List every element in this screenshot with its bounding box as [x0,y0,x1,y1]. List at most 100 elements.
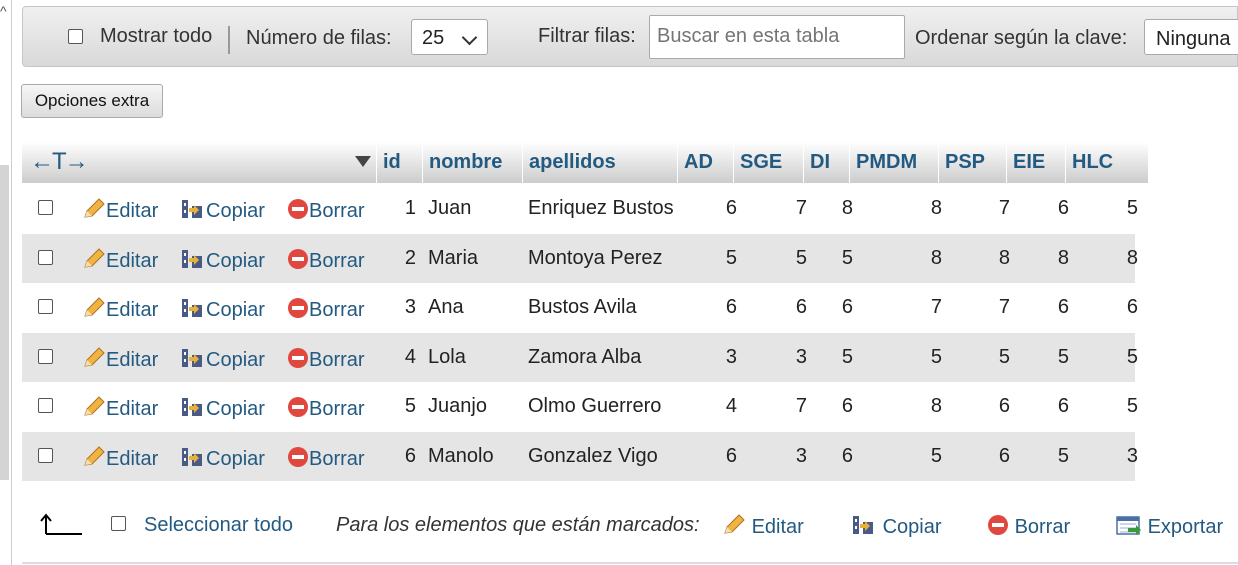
column-header-psp[interactable]: PSP [938,142,1006,183]
cell-psp: 7 [998,197,1010,219]
cell-apellidos: Bustos Avila [528,296,637,319]
cell-id: 4 [404,345,416,368]
row-checkbox[interactable] [38,348,53,364]
row-edit-link[interactable]: Editar [82,297,158,321]
bulk-export-button[interactable]: Exportar [1116,514,1223,539]
left-panel-edge: ^ [0,0,12,565]
column-header-di[interactable]: DI [803,142,849,183]
row-copy-link[interactable]: Copiar [180,297,265,321]
rows-select[interactable]: 25 [411,19,488,55]
row-edit-link[interactable]: Editar [82,247,158,272]
table-navigation-bar: Mostrar todo Número de filas: 25 Filtrar… [22,6,1238,67]
table-row: Editar Copiar Borrar 5 Juanjo Olmo Guerrero 4 7… [22,382,1138,432]
bulk-edit-button[interactable]: Editar [722,514,804,539]
column-header-nombre[interactable]: nombre [422,142,522,183]
row-checkbox[interactable] [38,398,53,414]
row-delete-link[interactable]: Borrar [287,248,365,272]
rows-select-value: 25 [422,27,445,49]
collapse-caret-icon[interactable]: ^ [0,4,7,18]
row-edit-link[interactable]: Editar [82,396,158,420]
copy-icon [182,299,202,318]
column-header-apellidos[interactable]: apellidos [522,142,677,183]
row-copy-link[interactable]: Copiar [180,396,265,420]
cell-sge: 3 [795,345,807,368]
row-copy-link[interactable]: Copiar [180,248,265,272]
cell-ad: 6 [725,197,737,219]
cell-nombre: Ana [428,296,464,319]
cell-psp: 5 [998,345,1010,368]
cell-hlc: 6 [1126,296,1138,319]
left-scrollbar[interactable] [0,165,9,480]
cell-sge: 6 [795,296,807,319]
bulk-actions-bar: Seleccionar todo Para los elementos que … [22,500,1238,550]
copy-icon [853,516,873,534]
cell-sge: 3 [795,445,807,467]
cell-apellidos: Montoya Perez [528,246,663,269]
cell-psp: 6 [998,395,1010,418]
cell-nombre: Juanjo [428,395,487,418]
cell-di: 8 [841,197,853,219]
bulk-delete-button[interactable]: Borrar [987,514,1070,539]
column-header-hlc[interactable]: HLC [1065,142,1135,183]
export-icon [1116,516,1141,535]
cell-di: 6 [841,395,853,418]
row-delete-link[interactable]: Borrar [287,446,365,470]
row-edit-link[interactable]: Editar [82,198,158,222]
cell-di: 5 [841,345,853,368]
cell-sge: 7 [795,395,807,418]
pencil-icon [84,247,105,268]
select-all-checkbox[interactable] [111,516,126,531]
cell-ad: 6 [725,296,737,319]
cell-pmdm: 7 [930,296,942,319]
show-all-label[interactable]: Mostrar todo [100,25,212,48]
sort-key-label: Ordenar según la clave: [915,27,1128,49]
row-checkbox[interactable] [38,299,53,315]
cell-eie: 8 [1057,246,1069,269]
column-move-arrows-icon[interactable]: ←T→ [30,148,89,176]
row-delete-link[interactable]: Borrar [287,198,365,222]
delete-icon [288,298,308,319]
row-edit-link[interactable]: Editar [82,446,158,470]
column-header-id[interactable]: id [376,142,422,183]
table-row: Editar Copiar Borrar 1 Juan Enriquez Bustos 6 7… [22,184,1138,233]
row-checkbox[interactable] [38,249,53,265]
cell-eie: 6 [1057,197,1069,219]
row-delete-link[interactable]: Borrar [287,297,365,321]
table-row: Editar Copiar Borrar 3 Ana Bustos Avila 6 6 6 7 7 6… [22,283,1138,333]
chevron-down-icon [461,29,478,46]
column-header-eie[interactable]: EIE [1006,142,1065,183]
row-checkbox[interactable] [38,448,53,463]
cell-nombre: Lola [428,345,466,368]
row-copy-link[interactable]: Copiar [180,446,265,470]
row-edit-link[interactable]: Editar [82,347,158,371]
cell-pmdm: 8 [930,197,942,219]
copy-icon [182,398,202,417]
row-copy-link[interactable]: Copiar [180,198,265,222]
bulk-copy-button[interactable]: Copiar [851,514,941,539]
table-row: Editar Copiar Borrar 6 Manolo Gonzalez Vigo 6 3… [22,432,1138,481]
sort-key-select[interactable]: Ninguna [1144,19,1238,55]
row-checkbox[interactable] [38,200,53,215]
column-header-ad[interactable]: AD [677,142,733,183]
cell-hlc: 5 [1126,395,1138,418]
column-header-sge[interactable]: SGE [733,142,803,183]
extra-options-button[interactable]: Opciones extra [21,84,163,118]
cell-id: 5 [404,395,416,418]
table-row: Editar Copiar Borrar 2 Maria Montoya Perez 5 5 5… [22,233,1138,283]
row-delete-link[interactable]: Borrar [287,396,365,420]
sort-triangle-icon[interactable] [355,156,371,167]
show-all-checkbox[interactable] [68,29,83,44]
cell-psp: 7 [998,296,1010,319]
row-delete-link[interactable]: Borrar [287,347,365,371]
cell-id: 6 [404,445,416,467]
row-copy-link[interactable]: Copiar [180,347,265,371]
cell-psp: 6 [998,445,1010,467]
cell-apellidos: Olmo Guerrero [528,395,662,418]
cell-pmdm: 8 [930,246,942,269]
column-header-pmdm[interactable]: PMDM [849,142,938,183]
select-all-link[interactable]: Seleccionar todo [144,514,293,537]
rows-label: Número de filas: [246,27,392,49]
cell-eie: 6 [1057,296,1069,319]
delete-icon [988,515,1008,535]
filter-rows-input[interactable]: Buscar en esta tabla [649,15,905,59]
